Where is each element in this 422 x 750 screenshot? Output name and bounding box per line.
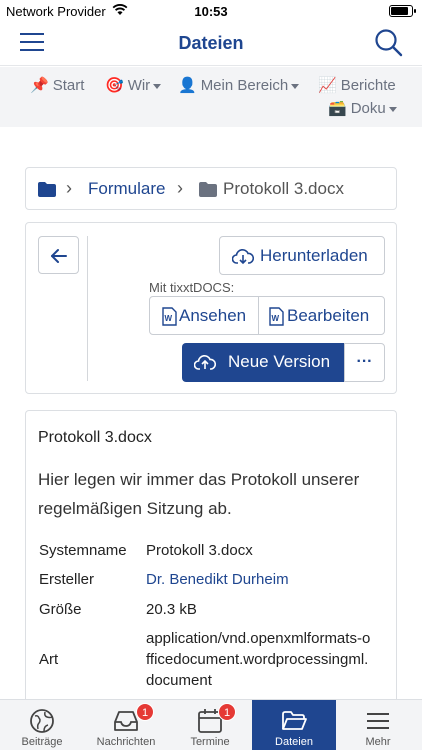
edit-button[interactable]: W Bearbeiten <box>258 296 385 335</box>
tab-termine[interactable]: 1 Termine <box>168 700 252 750</box>
user-icon: 👤 <box>178 77 197 94</box>
edit-label: Bearbeiten <box>287 306 370 325</box>
tab-dateien-label: Dateien <box>275 736 313 748</box>
globe-icon <box>30 709 54 733</box>
tab-mehr[interactable]: Mehr <box>336 700 420 750</box>
tab-beitraege[interactable]: Beiträge <box>0 700 84 750</box>
breadcrumb-formulare[interactable]: Formulare <box>88 179 165 199</box>
cloud-upload-icon <box>194 355 216 370</box>
top-navigation: 📌 Start 🎯 Wir 👤 Mein Bereich 📈 Berichte 🗃️ Do… <box>0 67 422 127</box>
creator-label: Ersteller <box>39 571 95 588</box>
type-value-line-3: document <box>146 672 212 689</box>
download-button[interactable]: Herunterladen <box>219 236 385 275</box>
arrow-left-icon <box>51 249 67 263</box>
word-document-icon: W <box>269 307 284 326</box>
view-button[interactable]: W Ansehen <box>149 296 259 335</box>
tixxtdocs-label: Mit tixxtDOCS: <box>149 280 235 295</box>
nachrichten-badge: 1 <box>136 703 154 721</box>
clock: 10:53 <box>194 4 228 19</box>
tab-nachrichten[interactable]: 1 Nachrichten <box>84 700 168 750</box>
size-label: Größe <box>39 601 82 618</box>
app-header: Dateien <box>0 22 422 66</box>
cloud-download-icon <box>232 249 254 265</box>
bottom-tab-bar: Beiträge 1 Nachrichten 1 Termine Dateien <box>0 699 422 750</box>
breadcrumb-current-file: Protokoll 3.docx <box>223 179 344 198</box>
nav-wir[interactable]: 🎯 Wir <box>105 76 162 94</box>
word-document-icon: W <box>162 307 177 326</box>
nav-berichte[interactable]: 📈 Berichte <box>318 76 396 94</box>
file-description: Hier legen wir immer das Protokoll unser… <box>38 470 360 518</box>
page-title: Dateien <box>178 33 244 53</box>
nav-berichte-label: Berichte <box>340 77 396 94</box>
view-label: Ansehen <box>179 306 247 325</box>
menu-icon <box>367 713 389 729</box>
box-icon: 🗃️ <box>328 100 347 117</box>
type-value-line-1: application/vnd.openxmlformats-o <box>146 630 371 647</box>
folder-open-icon <box>282 711 307 730</box>
chart-icon: 📈 <box>318 77 337 94</box>
search-icon[interactable] <box>374 28 404 58</box>
file-title: Protokoll 3.docx <box>38 429 152 446</box>
nav-wir-label: Wir <box>127 77 151 94</box>
target-icon: 🎯 <box>105 77 124 94</box>
back-button[interactable] <box>38 236 79 274</box>
size-value: 20.3 kB <box>146 601 197 618</box>
chevron-down-icon <box>291 83 300 89</box>
nav-start[interactable]: 📌 Start <box>30 76 84 94</box>
nav-mein-bereich[interactable]: 👤 Mein Bereich <box>178 76 300 94</box>
nav-start-label: Start <box>52 77 85 94</box>
divider <box>87 236 88 381</box>
more-options-button[interactable]: ··· <box>344 343 385 382</box>
nav-doku-label: Doku <box>350 100 386 117</box>
new-version-label: Neue Version <box>228 352 331 371</box>
svg-text:W: W <box>272 314 280 323</box>
type-label: Art <box>39 651 59 668</box>
svg-text:W: W <box>165 314 173 323</box>
chevron-down-icon <box>388 106 397 112</box>
download-label: Herunterladen <box>260 246 368 265</box>
nav-bereich-label: Mein Bereich <box>200 77 289 94</box>
chevron-right-icon: › <box>66 178 72 198</box>
new-version-button[interactable]: Neue Version <box>182 343 344 382</box>
tab-termine-label: Termine <box>190 736 230 748</box>
tab-beitraege-label: Beiträge <box>21 736 63 748</box>
folder-icon <box>199 182 217 197</box>
systemname-label: Systemname <box>39 542 127 559</box>
status-bar: Network Provider 10:53 <box>0 0 422 22</box>
creator-link[interactable]: Dr. Benedikt Durheim <box>146 571 289 588</box>
file-actions-panel: Herunterladen Mit tixxtDOCS: W Ansehen W… <box>25 222 397 394</box>
folder-icon[interactable] <box>38 182 56 197</box>
type-value-line-2: fficedocument.wordprocessingml. <box>146 651 369 668</box>
tab-mehr-label: Mehr <box>365 736 391 748</box>
file-details-panel: Protokoll 3.docx Hier legen wir immer da… <box>25 410 397 710</box>
battery-icon <box>389 5 416 17</box>
tab-dateien[interactable]: Dateien <box>252 700 336 750</box>
pin-icon: 📌 <box>30 77 49 94</box>
systemname-value: Protokoll 3.docx <box>146 542 253 559</box>
breadcrumb: › Formulare › Protokoll 3.docx <box>25 167 397 210</box>
nav-doku[interactable]: 🗃️ Doku <box>328 99 397 117</box>
tab-nachrichten-label: Nachrichten <box>96 736 156 748</box>
termine-badge: 1 <box>218 703 236 721</box>
chevron-down-icon <box>153 83 162 89</box>
chevron-right-icon: › <box>177 178 183 198</box>
